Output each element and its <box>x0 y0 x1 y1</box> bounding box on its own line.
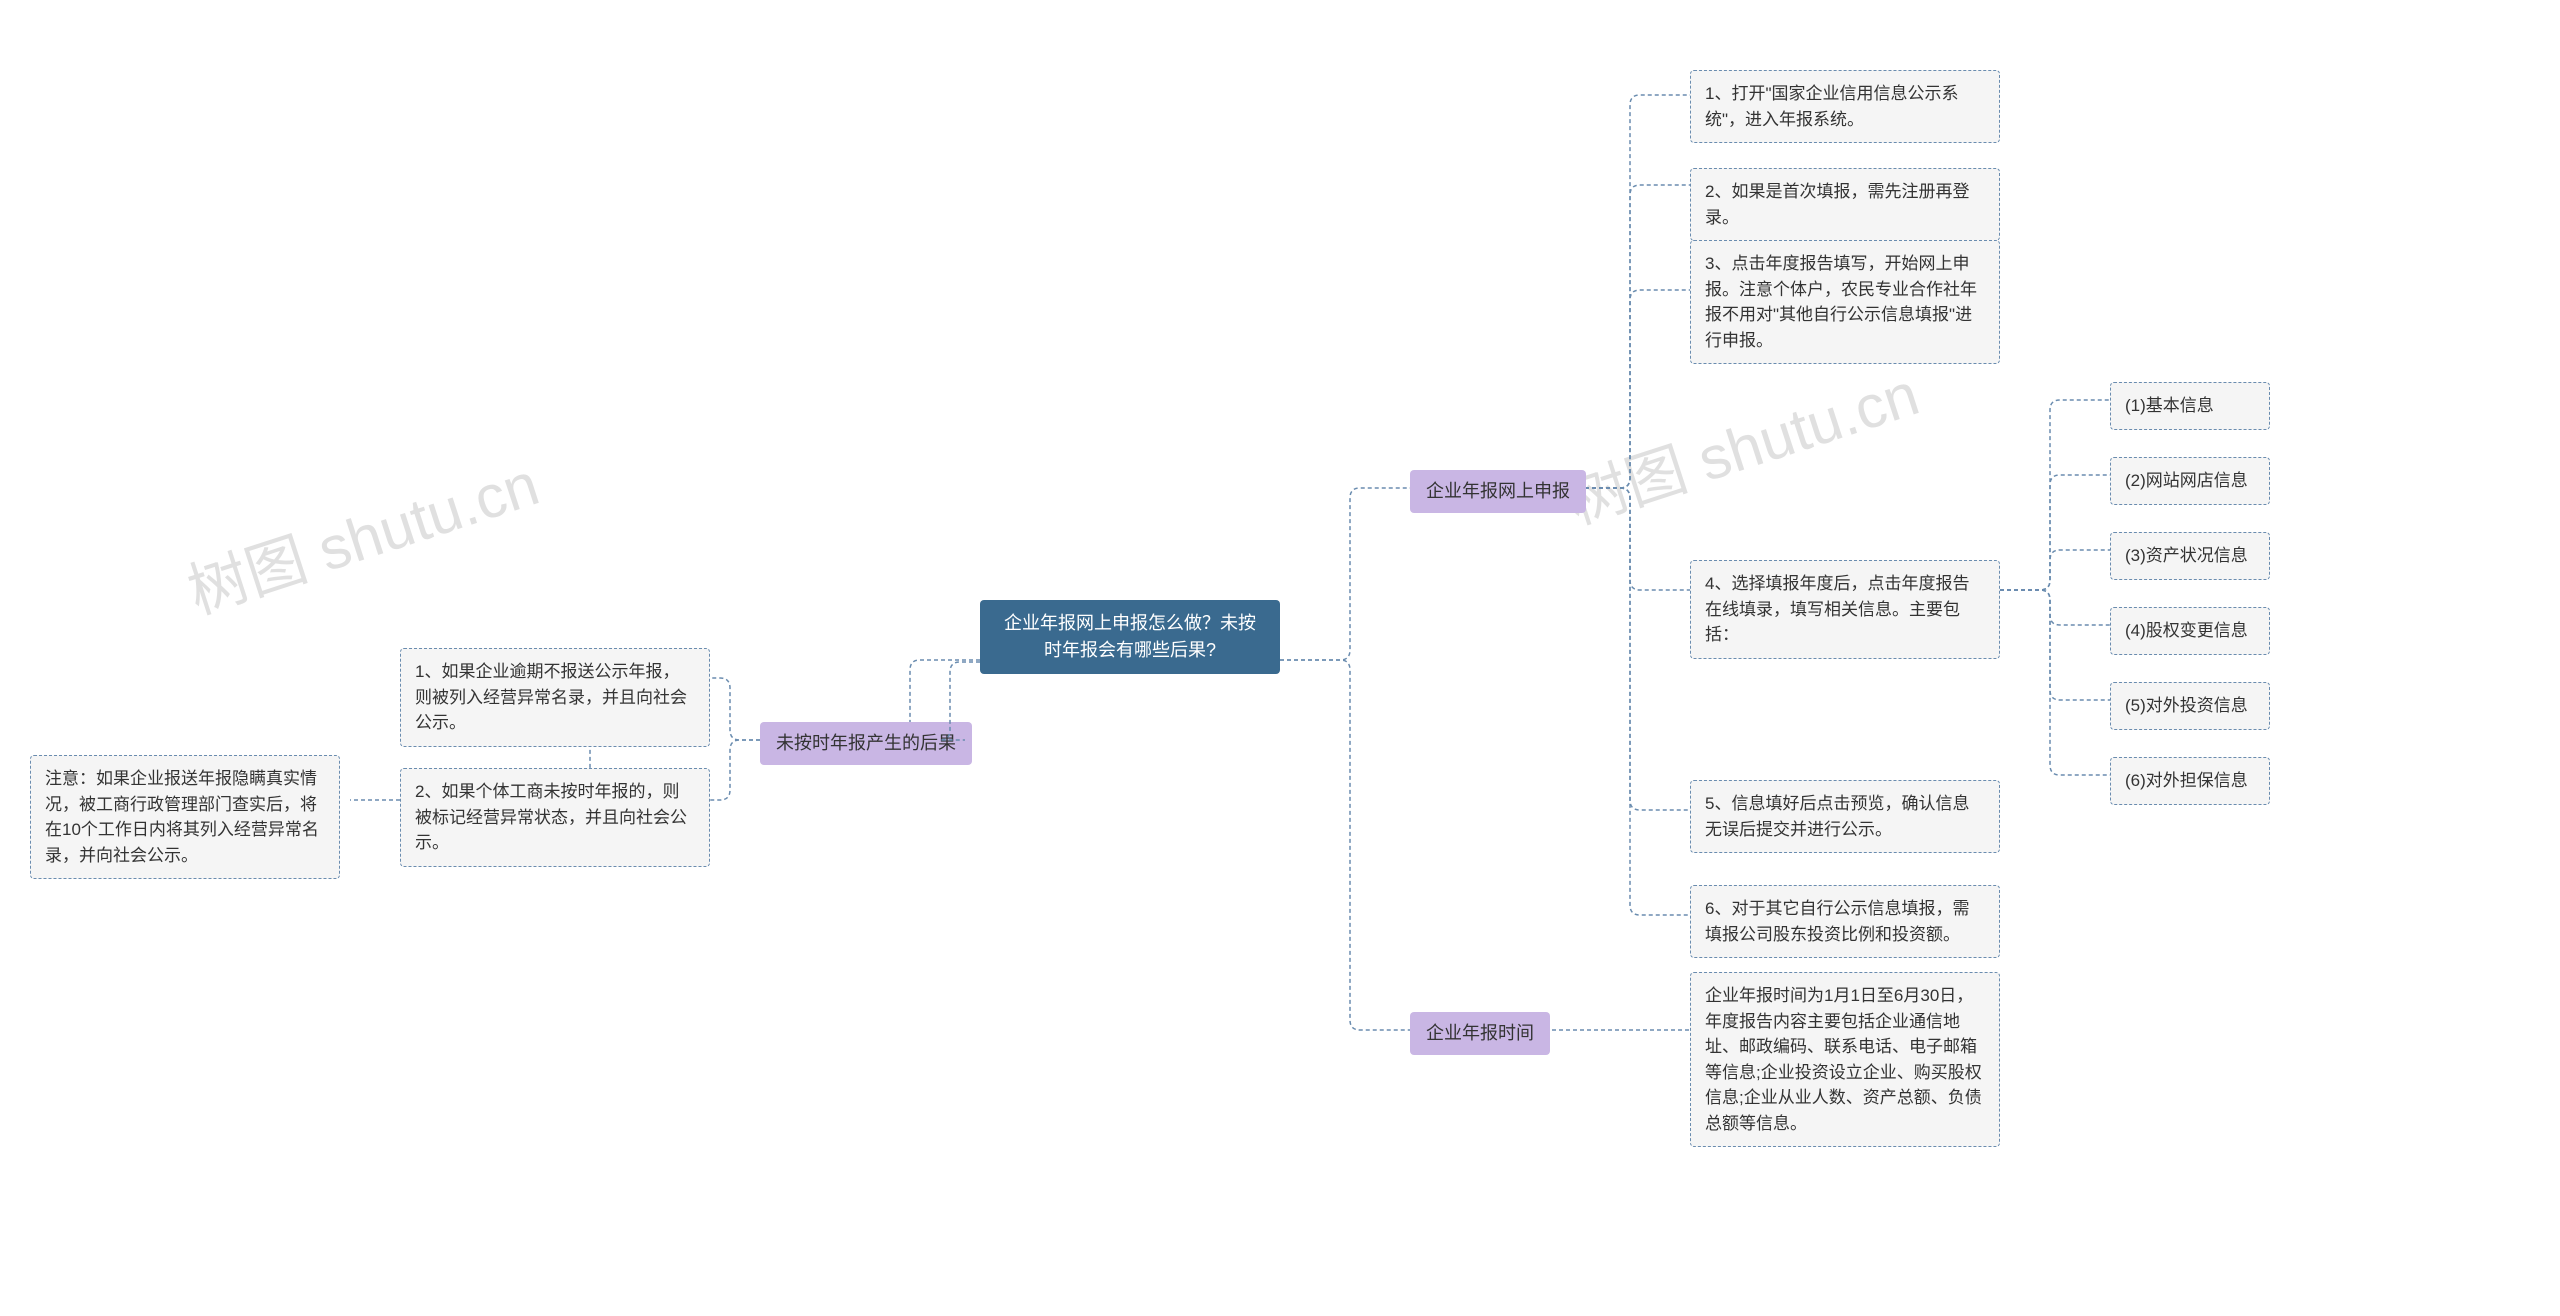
leaf-step-6[interactable]: 6、对于其它自行公示信息填报，需填报公司股东投资比例和投资额。 <box>1690 885 2000 958</box>
leaf-step-3[interactable]: 3、点击年度报告填写，开始网上申报。注意个体户，农民专业合作社年报不用对"其他自… <box>1690 240 2000 364</box>
branch-online-report[interactable]: 企业年报网上申报 <box>1410 470 1586 513</box>
leaf-sub-5[interactable]: (5)对外投资信息 <box>2110 682 2270 730</box>
connector-lines-leftfix <box>0 0 2560 1316</box>
root-node[interactable]: 企业年报网上申报怎么做？未按时年报会有哪些后果? <box>980 600 1280 674</box>
leaf-step-4[interactable]: 4、选择填报年度后，点击年度报告在线填录，填写相关信息。主要包括： <box>1690 560 2000 659</box>
left-connectors <box>0 0 2560 1316</box>
leaf-sub-1[interactable]: (1)基本信息 <box>2110 382 2270 430</box>
leaf-step-2[interactable]: 2、如果是首次填报，需先注册再登录。 <box>1690 168 2000 241</box>
leaf-sub-4[interactable]: (4)股权变更信息 <box>2110 607 2270 655</box>
leaf-step-5[interactable]: 5、信息填好后点击预览，确认信息无误后提交并进行公示。 <box>1690 780 2000 853</box>
watermark: 树图 shutu.cn <box>1555 346 1928 541</box>
branch-consequences[interactable]: 未按时年报产生的后果 <box>760 722 972 765</box>
connector-lines-left <box>0 0 2560 1316</box>
watermark: 树图 shutu.cn <box>175 436 548 631</box>
connectors-left-final <box>0 0 2560 1316</box>
leaf-step-1[interactable]: 1、打开"国家企业信用信息公示系统"，进入年报系统。 <box>1690 70 2000 143</box>
leaf-sub-6[interactable]: (6)对外担保信息 <box>2110 757 2270 805</box>
branch-report-time[interactable]: 企业年报时间 <box>1410 1012 1550 1055</box>
leaf-sub-2[interactable]: (2)网站网店信息 <box>2110 457 2270 505</box>
leaf-sub-3[interactable]: (3)资产状况信息 <box>2110 532 2270 580</box>
leaf-note[interactable]: 注意：如果企业报送年报隐瞒真实情况，被工商行政管理部门查实后，将在10个工作日内… <box>30 755 340 879</box>
leaf-consequence-2[interactable]: 2、如果个体工商未按时年报的，则被标记经营异常状态，并且向社会公示。 <box>400 768 710 867</box>
connector-lines <box>0 0 2560 1316</box>
leaf-consequence-1[interactable]: 1、如果企业逾期不报送公示年报，则被列入经营异常名录，并且向社会公示。 <box>400 648 710 747</box>
leaf-report-time-content[interactable]: 企业年报时间为1月1日至6月30日，年度报告内容主要包括企业通信地址、邮政编码、… <box>1690 972 2000 1147</box>
